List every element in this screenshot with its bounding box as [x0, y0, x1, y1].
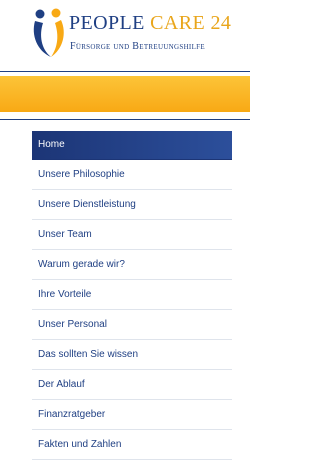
main-navigation: Home Unsere Philosophie Unsere Dienstlei…	[32, 131, 232, 461]
nav-item-wissen[interactable]: Das sollten Sie wissen	[32, 341, 232, 370]
nav-item-ablauf[interactable]: Der Ablauf	[32, 371, 232, 400]
nav-item-team[interactable]: Unser Team	[32, 221, 232, 250]
header-divider-bottom	[0, 119, 250, 120]
nav-item-dienstleistung[interactable]: Unsere Dienstleistung	[32, 191, 232, 220]
nav-item-personal[interactable]: Unser Personal	[32, 311, 232, 340]
orange-banner	[0, 76, 250, 112]
brand-name-part1: PEOPLE	[69, 12, 145, 34]
nav-item-fakten[interactable]: Fakten und Zahlen	[32, 431, 232, 460]
header-divider-top	[0, 71, 250, 72]
nav-item-vorteile[interactable]: Ihre Vorteile	[32, 281, 232, 310]
brand-name-part2: CARE 24	[150, 12, 232, 34]
people-care-logo-icon[interactable]	[31, 7, 67, 61]
site-header: PEOPLE CARE 24 Fürsorge und Betreuungshi…	[0, 0, 250, 68]
nav-item-philosophie[interactable]: Unsere Philosophie	[32, 161, 232, 190]
brand-tagline: Fürsorge und Betreuungshilfe	[70, 41, 205, 52]
nav-item-home[interactable]: Home	[32, 131, 232, 160]
nav-item-finanzratgeber[interactable]: Finanzratgeber	[32, 401, 232, 430]
brand-name: PEOPLE CARE 24	[69, 12, 231, 34]
nav-item-warum-wir[interactable]: Warum gerade wir?	[32, 251, 232, 280]
